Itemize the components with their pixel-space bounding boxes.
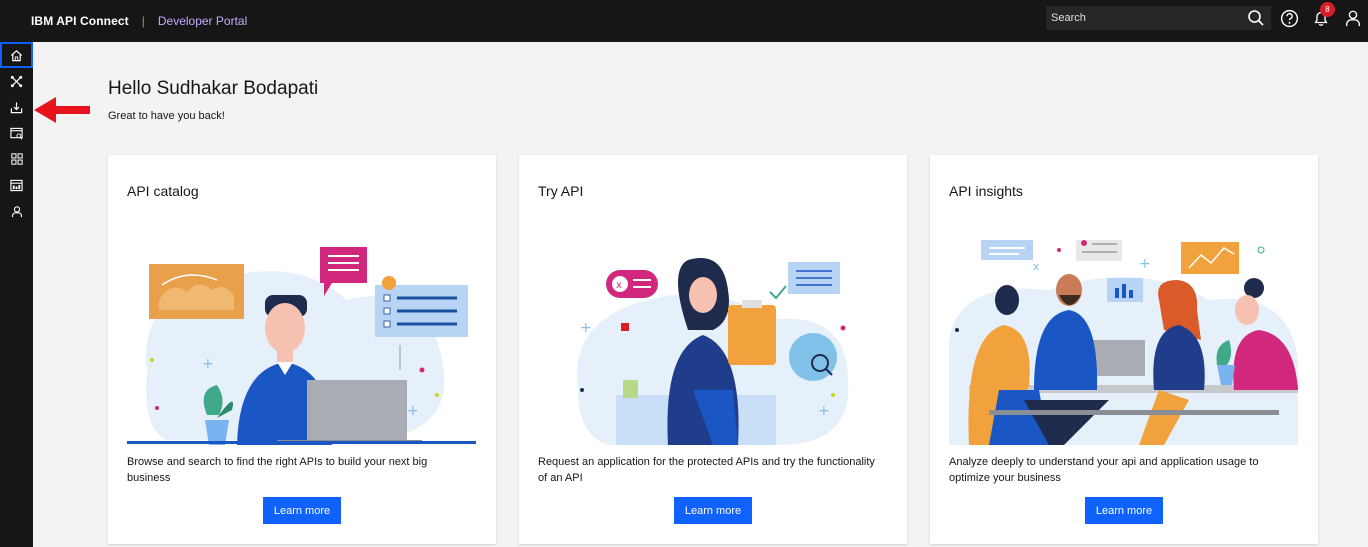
side-nav-profile[interactable] (0, 198, 33, 224)
svg-text:+: + (202, 356, 214, 372)
svg-text:x: x (616, 280, 622, 291)
svg-text:x: x (1033, 260, 1040, 273)
card-description: Request an application for the protected… (538, 456, 875, 484)
welcome-text: Great to have you back! (108, 110, 225, 122)
card-title: API insights (949, 183, 1023, 199)
side-nav-analytics[interactable] (0, 172, 33, 198)
brand-separator: | (141, 14, 145, 28)
learn-more-button[interactable]: Learn more (674, 497, 752, 524)
card-api-catalog: API catalog + + Browse and search to fin… (108, 155, 496, 544)
side-nav-home[interactable] (0, 42, 33, 68)
card-description: Browse and search to find the right APIs… (127, 456, 428, 484)
side-nav-apps[interactable] (0, 146, 33, 172)
svg-text:+: + (580, 320, 592, 336)
window-search-icon (10, 127, 23, 139)
side-nav-apis[interactable] (0, 68, 33, 94)
home-icon (10, 49, 23, 61)
portal-name[interactable]: Developer Portal (158, 14, 247, 28)
grid-apps-icon (10, 153, 23, 165)
side-nav-consume[interactable] (0, 94, 33, 120)
learn-more-button[interactable]: Learn more (263, 497, 341, 524)
svg-text:+: + (1139, 256, 1151, 272)
top-header: IBM API Connect | Developer Portal 8 (0, 0, 1368, 42)
try-api-illustration-icon: x + + (576, 258, 849, 445)
side-nav-explore[interactable] (0, 120, 33, 146)
svg-text:+: + (407, 403, 419, 419)
card-title: Try API (538, 183, 584, 199)
api-insights-illustration-icon: + x (949, 240, 1298, 445)
svg-text:+: + (818, 403, 830, 419)
page-title: Hello Sudhakar Bodapati (108, 78, 319, 99)
card-description: Analyze deeply to understand your api an… (949, 456, 1259, 484)
red-arrow-annotation-icon (34, 97, 90, 123)
search-icon[interactable] (1247, 9, 1265, 32)
download-tray-icon (10, 101, 23, 113)
user-profile-icon[interactable] (1343, 8, 1363, 28)
brand-name[interactable]: IBM API Connect (31, 14, 129, 28)
learn-more-button[interactable]: Learn more (1085, 497, 1163, 524)
api-network-icon (10, 75, 23, 87)
help-icon[interactable] (1279, 8, 1299, 28)
side-nav (0, 42, 33, 547)
notification-badge: 8 (1320, 2, 1335, 17)
card-title: API catalog (127, 183, 199, 199)
search-input[interactable] (1046, 12, 1236, 24)
card-api-insights: API insights + x Analyze deeply to under… (930, 155, 1318, 544)
calendar-chart-icon (10, 179, 23, 191)
search-box[interactable] (1046, 6, 1271, 30)
card-try-api: Try API x + + Request an application for… (519, 155, 907, 544)
user-icon (11, 205, 22, 217)
api-catalog-illustration-icon: + + (127, 247, 476, 445)
